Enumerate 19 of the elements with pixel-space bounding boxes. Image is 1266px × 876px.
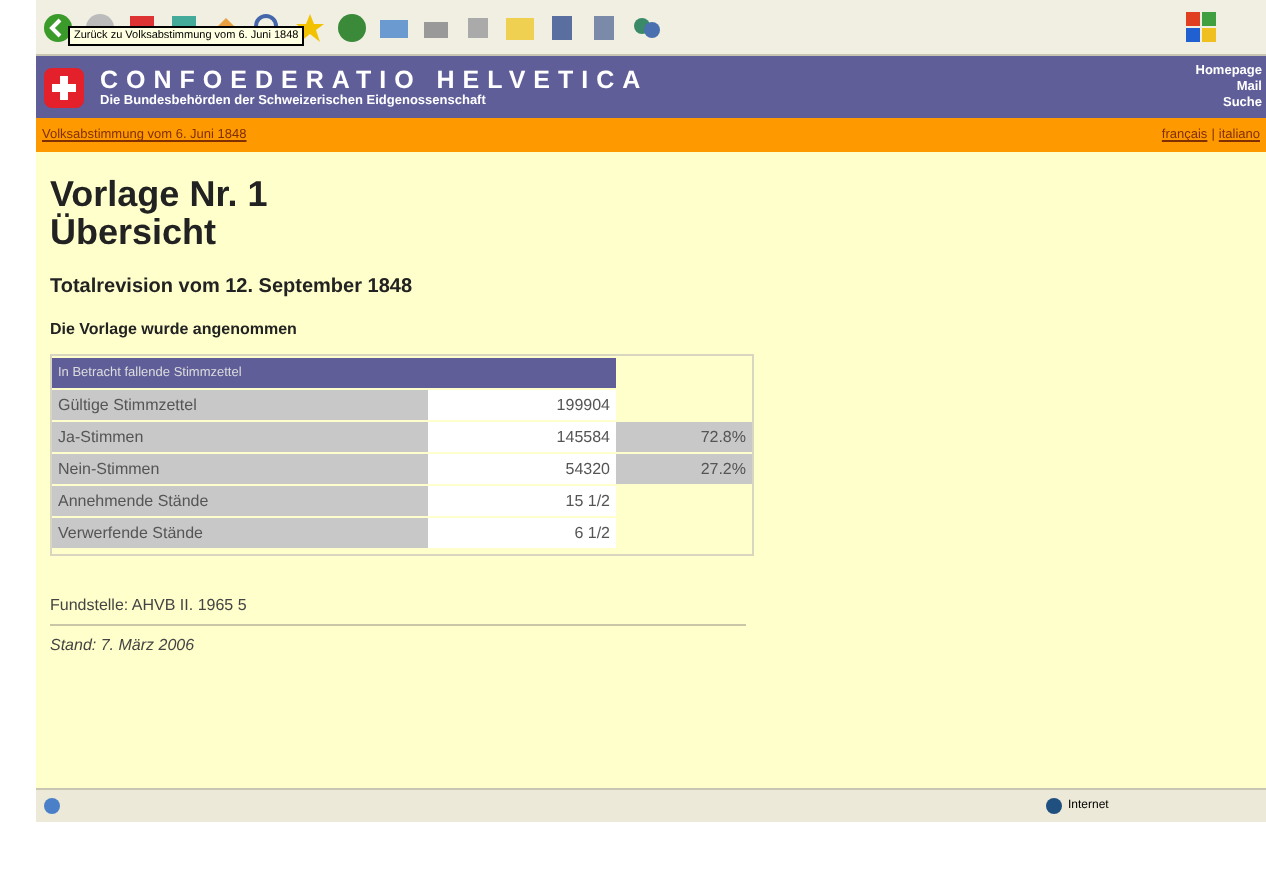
page-heading: Vorlage Nr. 1: [50, 176, 270, 214]
page-heading: Übersicht: [50, 214, 219, 252]
table-cell: Ja-Stimmen: [52, 422, 428, 452]
table-cell: Gültige Stimmzettel: [52, 390, 428, 420]
table-cell: 15 1/2: [428, 486, 616, 516]
table-cell: 72.8%: [616, 422, 752, 452]
source-note: Fundstelle: AHVB II. 1965 5: [50, 596, 746, 626]
section-title: Totalrevision vom 12. September 1848: [50, 276, 415, 298]
site-title: CONFOEDERATIO HELVETICA: [100, 66, 651, 94]
table-cell: 145584: [428, 422, 616, 452]
table-cell: 6 1/2: [428, 518, 616, 548]
table-cell: 199904: [428, 390, 616, 420]
table-cell: 54320: [428, 454, 616, 484]
table-cell: Verwerfende Stände: [52, 518, 428, 548]
date-note: Stand: 7. März 2006: [50, 636, 197, 654]
table-cell: Nein-Stimmen: [52, 454, 428, 484]
table-cell: 27.2%: [616, 454, 752, 484]
result-text: Die Vorlage wurde angenommen: [50, 320, 299, 338]
table-cell: Annehmende Stände: [52, 486, 428, 516]
